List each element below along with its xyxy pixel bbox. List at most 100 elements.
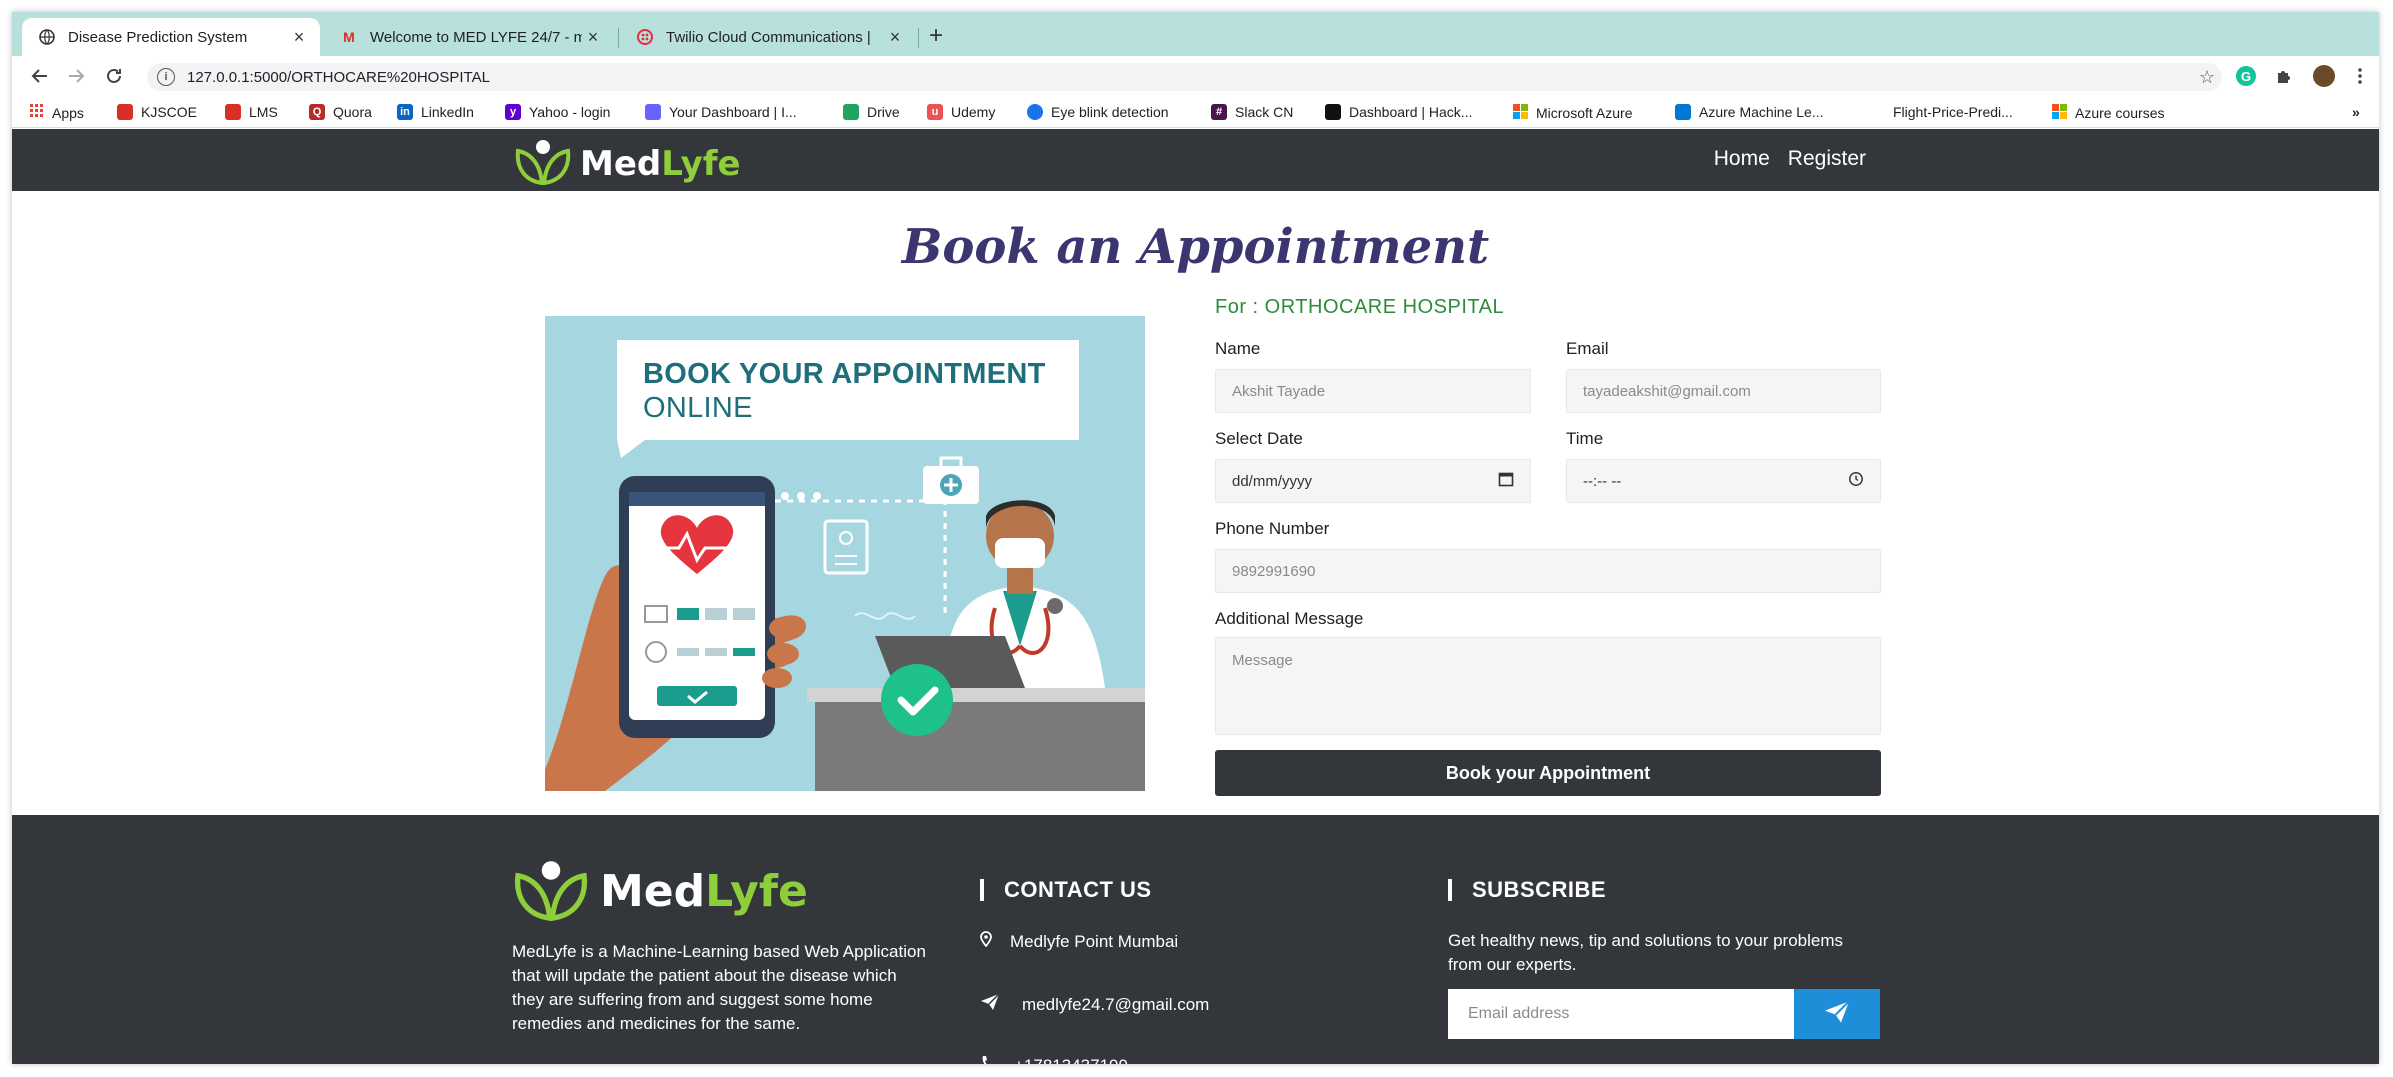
lms-icon bbox=[225, 104, 241, 120]
new-tab-button[interactable]: + bbox=[922, 22, 950, 50]
date-picker[interactable]: dd/mm/yyyy bbox=[1215, 459, 1531, 503]
contact-phone[interactable]: +17813437199 bbox=[980, 1055, 1128, 1064]
additional-message-label: Additional Message bbox=[1215, 609, 1364, 628]
address-bar[interactable]: i 127.0.0.1:5000/ORTHOCARE%20HOSPITAL ☆ bbox=[147, 63, 2222, 91]
twilio-icon bbox=[636, 28, 654, 46]
tab-twilio[interactable]: Twilio Cloud Communications | × bbox=[620, 18, 916, 56]
tab-title: Disease Prediction System bbox=[68, 28, 248, 46]
bookmark-label: KJSCOE bbox=[141, 104, 198, 120]
udemy-icon: u bbox=[927, 104, 943, 120]
site-logo[interactable]: MedLyfe bbox=[512, 137, 741, 190]
message-textarea[interactable]: Message bbox=[1215, 637, 1881, 735]
name-field[interactable]: Akshit Tayade bbox=[1215, 369, 1531, 413]
close-icon[interactable]: × bbox=[884, 27, 906, 48]
site-footer: MedLyfe MedLyfe is a Machine-Learning ba… bbox=[12, 815, 2379, 1064]
grammarly-icon[interactable]: G bbox=[2232, 62, 2260, 90]
phone-number-field[interactable]: 9892991690 bbox=[1215, 549, 1881, 593]
profile-avatar[interactable] bbox=[2310, 62, 2338, 90]
bookmark-your-dashboard[interactable]: Your Dashboard | I... bbox=[645, 104, 797, 120]
page-title: Book an Appointment bbox=[901, 219, 1490, 275]
bookmark-label: Your Dashboard | I... bbox=[669, 104, 797, 120]
bookmarks-overflow-button[interactable]: » bbox=[2352, 104, 2360, 120]
subscribe-description: Get healthy news, tip and solutions to y… bbox=[1448, 931, 1843, 974]
kjscoe-icon bbox=[117, 104, 133, 120]
bookmark-azure-ml[interactable]: Azure Machine Le... bbox=[1675, 104, 1824, 120]
bookmark-label: Dashboard | Hack... bbox=[1349, 104, 1473, 120]
contact-email-text[interactable]: medlyfe24.7@gmail.com bbox=[1022, 995, 1209, 1015]
globe-icon bbox=[38, 28, 56, 46]
bookmark-hack-dashboard[interactable]: Dashboard | Hack... bbox=[1325, 104, 1472, 120]
tab-divider bbox=[618, 28, 619, 48]
star-icon[interactable]: ☆ bbox=[2192, 67, 2222, 88]
drive-icon bbox=[843, 104, 859, 120]
bookmark-lms[interactable]: LMS bbox=[225, 104, 278, 120]
close-icon[interactable]: × bbox=[582, 27, 604, 48]
email-field[interactable]: tayadeakshit@gmail.com bbox=[1566, 369, 1881, 413]
bookmark-azure-courses[interactable]: Azure courses bbox=[2052, 104, 2164, 122]
nav-home-link[interactable]: Home bbox=[1714, 147, 1770, 171]
reload-icon[interactable] bbox=[100, 62, 128, 90]
tab-med-lyfe-mail[interactable]: M Welcome to MED LYFE 24/7 - m × bbox=[324, 18, 614, 56]
hospital-name: For : ORTHOCARE HOSPITAL bbox=[1215, 296, 1505, 318]
yahoo-icon: y bbox=[505, 104, 521, 120]
subscribe-email-input[interactable]: Email address bbox=[1448, 989, 1794, 1039]
bookmark-udemy[interactable]: u Udemy bbox=[927, 104, 995, 120]
time-label: Time bbox=[1566, 429, 1604, 448]
quora-icon: Q bbox=[309, 104, 325, 120]
close-icon[interactable]: × bbox=[288, 27, 310, 48]
clock-icon[interactable] bbox=[1848, 471, 1864, 491]
contact-address: Medlyfe Point Mumbai bbox=[980, 931, 1178, 952]
contact-phone-text[interactable]: +17813437199 bbox=[1014, 1056, 1128, 1065]
contact-address-text: Medlyfe Point Mumbai bbox=[1010, 931, 1179, 951]
calendar-icon[interactable] bbox=[1498, 471, 1514, 491]
book-appointment-button[interactable]: Book your Appointment bbox=[1215, 750, 1881, 796]
time-value: --:-- -- bbox=[1583, 472, 1622, 490]
bookmark-kjscoe[interactable]: KJSCOE bbox=[117, 104, 197, 120]
info-icon[interactable]: i bbox=[157, 68, 175, 86]
phone-icon bbox=[980, 1055, 1014, 1064]
contact-email[interactable]: medlyfe24.7@gmail.com bbox=[980, 993, 1209, 1016]
hack-dashboard-icon bbox=[1325, 104, 1341, 120]
map-pin-icon bbox=[980, 931, 1010, 952]
bookmark-yahoo[interactable]: y Yahoo - login bbox=[505, 104, 610, 120]
url-text: 127.0.0.1:5000/ORTHOCARE%20HOSPITAL bbox=[187, 68, 490, 86]
nav-register-link[interactable]: Register bbox=[1788, 147, 1866, 171]
bookmark-slack[interactable]: # Slack CN bbox=[1211, 104, 1293, 120]
bookmark-apps[interactable]: Apps bbox=[30, 104, 84, 121]
extensions-puzzle-icon[interactable] bbox=[2270, 62, 2298, 90]
subscribe-heading: SUBSCRIBE bbox=[1448, 877, 1606, 903]
heading-bar bbox=[980, 879, 984, 901]
bookmark-drive[interactable]: Drive bbox=[843, 104, 900, 120]
tab-title: Twilio Cloud Communications | bbox=[666, 28, 871, 46]
bookmark-flight-price[interactable]: Flight-Price-Predi... bbox=[1893, 104, 2013, 120]
tab-divider bbox=[918, 28, 919, 48]
time-picker[interactable]: --:-- -- bbox=[1566, 459, 1881, 503]
back-arrow-icon[interactable] bbox=[26, 62, 54, 90]
bookmark-eye-blink[interactable]: Eye blink detection bbox=[1027, 104, 1169, 120]
forward-arrow-icon[interactable] bbox=[62, 62, 90, 90]
subscribe-button[interactable] bbox=[1794, 989, 1880, 1039]
bookmark-linkedin[interactable]: in LinkedIn bbox=[397, 104, 474, 120]
bookmark-label: Slack CN bbox=[1235, 104, 1294, 120]
site-navbar: MedLyfe Home Register bbox=[12, 129, 2379, 191]
flask-icon bbox=[1675, 104, 1691, 120]
bookmark-label: Yahoo - login bbox=[529, 104, 611, 120]
name-label: Name bbox=[1215, 339, 1261, 358]
bookmark-label: Udemy bbox=[951, 104, 996, 120]
dashboard-icon bbox=[645, 104, 661, 120]
bookmark-quora[interactable]: Q Quora bbox=[309, 104, 372, 120]
menu-dots-icon[interactable] bbox=[2346, 62, 2374, 90]
tab-strip: Disease Prediction System × M Welcome to… bbox=[12, 12, 2379, 56]
site-nav-links: Home Register bbox=[1714, 147, 1866, 171]
appointment-illustration: BOOK YOUR APPOINTMENT ONLINE bbox=[545, 316, 1145, 791]
phone-number-label: Phone Number bbox=[1215, 519, 1330, 538]
subscribe-title: SUBSCRIBE bbox=[1472, 877, 1607, 902]
microsoft-icon bbox=[1513, 104, 1528, 122]
bookmark-label: LMS bbox=[249, 104, 278, 120]
tab-disease-prediction[interactable]: Disease Prediction System × bbox=[22, 18, 320, 56]
footer-brand-wordmark: MedLyfe bbox=[600, 866, 808, 917]
bookmark-microsoft-azure[interactable]: Microsoft Azure bbox=[1513, 104, 1632, 122]
bookmark-label: Quora bbox=[333, 104, 372, 120]
bookmark-label: Apps bbox=[52, 104, 84, 121]
footer-logo[interactable]: MedLyfe bbox=[510, 857, 808, 926]
